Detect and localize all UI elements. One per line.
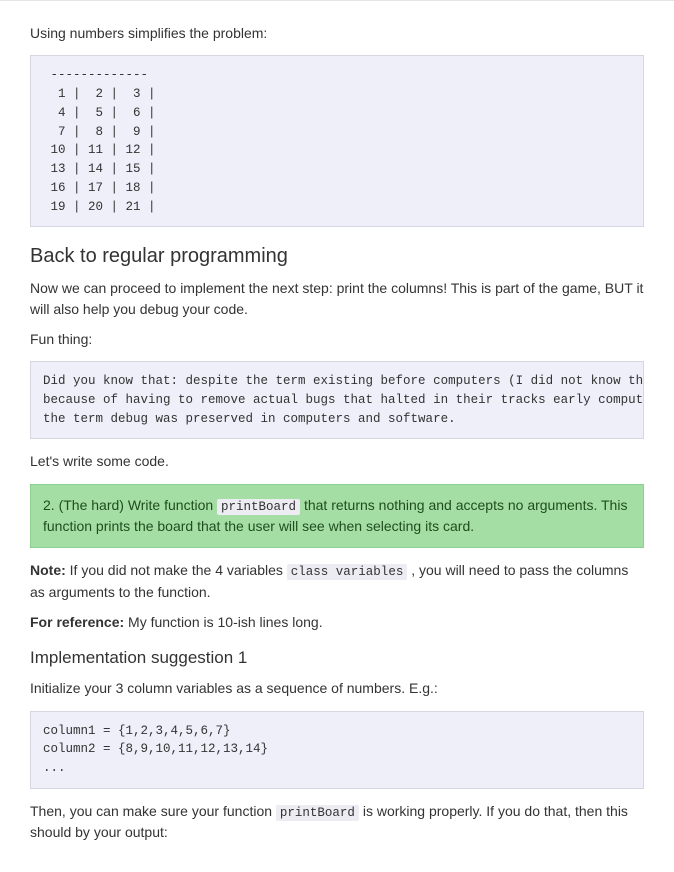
note-label: Note:	[30, 562, 66, 578]
note-code-class-variables: class variables	[287, 564, 408, 580]
paragraph-proceed: Now we can proceed to implement the next…	[30, 278, 644, 319]
fun-thing-label: Fun thing:	[30, 329, 644, 349]
code-block-fun-fact: Did you know that: despite the term exis…	[30, 361, 644, 439]
reference-text: My function is 10-ish lines long.	[124, 614, 322, 630]
reference-paragraph: For reference: My function is 10-ish lin…	[30, 612, 644, 632]
heading-back-to-programming: Back to regular programming	[30, 245, 644, 268]
task-box: 2. (The hard) Write function printBoard …	[30, 484, 644, 549]
closing-before: Then, you can make sure your function	[30, 803, 276, 819]
heading-implementation-suggestion: Implementation suggestion 1	[30, 648, 644, 668]
code-block-grid: ------------- 1 | 2 | 3 | 4 | 5 | 6 | 7 …	[30, 55, 644, 227]
lets-write-code: Let's write some code.	[30, 451, 644, 471]
task-code-printboard: printBoard	[217, 499, 300, 515]
task-text-before: 2. (The hard) Write function	[43, 497, 217, 513]
closing-code-printboard: printBoard	[276, 805, 359, 821]
code-block-columns: column1 = {1,2,3,4,5,6,7} column2 = {8,9…	[30, 711, 644, 789]
implementation-intro: Initialize your 3 column variables as a …	[30, 678, 644, 698]
document-body: Using numbers simplifies the problem: --…	[0, 0, 674, 872]
reference-label: For reference:	[30, 614, 124, 630]
intro-paragraph: Using numbers simplifies the problem:	[30, 23, 644, 43]
closing-paragraph: Then, you can make sure your function pr…	[30, 801, 644, 842]
note-paragraph: Note: If you did not make the 4 variable…	[30, 560, 644, 601]
note-text-before: If you did not make the 4 variables	[66, 562, 287, 578]
